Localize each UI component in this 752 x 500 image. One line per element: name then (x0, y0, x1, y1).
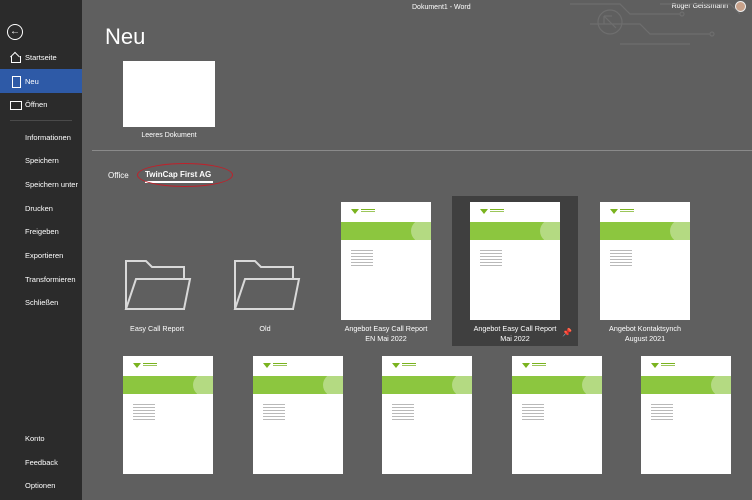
template-label-line2: Lizenzen Februar 2022 (126, 462, 200, 471)
tab-office[interactable]: Office (108, 171, 129, 180)
template-label: Angebot Kontaktsynch (609, 324, 681, 333)
template-card[interactable]: Angebot Teams DR Vorlage Januar 2022 (630, 352, 742, 500)
sidebar-item-speichern-unter[interactable]: Speichern unter (0, 172, 82, 196)
template-card-selected[interactable]: Angebot Easy Call Report Mai 2022 📌 (452, 196, 578, 346)
sidebar-item-schliessen[interactable]: Schließen (0, 290, 82, 314)
template-card[interactable]: Angebot Easy Call Report EN Mai 2022 (330, 198, 442, 346)
sidebar-item-label: Schließen (25, 297, 59, 307)
backstage-sidebar: ← Startseite Neu Öffnen Informationen Sp… (0, 0, 82, 500)
template-label: Angebot Service Pack Mai (384, 452, 470, 461)
template-card[interactable]: Angebot Service Pack Mai 2020 (371, 352, 483, 500)
home-icon (10, 52, 21, 63)
sidebar-item-label: Drucken (25, 203, 53, 213)
sidebar-item-drucken[interactable]: Drucken (0, 196, 82, 220)
highlight-annotation-oval (137, 163, 233, 187)
sidebar-item-label: Optionen (25, 480, 56, 490)
sidebar-item-startseite[interactable]: Startseite (0, 45, 82, 69)
folder-icon[interactable] (231, 255, 301, 315)
sidebar-item-label: Transformieren (25, 274, 76, 284)
sidebar-item-label: Informationen (25, 132, 71, 142)
section-divider (92, 150, 752, 151)
sidebar-item-neu[interactable]: Neu (0, 69, 82, 93)
sidebar-item-label: Speichern (25, 155, 59, 165)
sidebar-item-speichern[interactable]: Speichern (0, 148, 82, 172)
circuit-decoration (570, 3, 741, 45)
folder-icon[interactable] (122, 255, 192, 315)
template-label-line2: Januar 2022 (666, 462, 706, 471)
template-thumbnail (341, 202, 431, 320)
folder-label-old[interactable]: Old (209, 324, 321, 334)
template-label: Angebot Office 365 (132, 452, 194, 461)
template-label: Angebot Skykick Mai 2020 (514, 452, 600, 461)
sidebar-item-label: Feedback (25, 457, 58, 467)
sidebar-item-freigeben[interactable]: Freigeben (0, 219, 82, 243)
sidebar-item-feedback[interactable]: Feedback (0, 450, 82, 474)
sidebar-item-oeffnen[interactable]: Öffnen (0, 92, 82, 116)
blank-document-label[interactable]: Leeres Dokument (108, 132, 230, 139)
folder-open-icon (10, 99, 22, 110)
page-title: Neu (105, 24, 146, 49)
sidebar-divider (10, 120, 72, 121)
sidebar-item-konto[interactable]: Konto (0, 426, 82, 450)
template-label: Angebot Easy Call Report (473, 324, 557, 333)
template-label-line2: Mai 2022 (500, 334, 530, 343)
template-card[interactable]: Angebot Office 365 Lizenzen Februar 2022 (107, 352, 219, 500)
sidebar-item-label: Neu (25, 76, 39, 86)
window-title: Dokument1 - Word (412, 4, 471, 11)
template-thumbnail (470, 202, 560, 320)
back-arrow-icon[interactable]: ← (7, 24, 23, 40)
new-document-icon (10, 76, 21, 88)
sidebar-item-informationen[interactable]: Informationen (0, 125, 82, 149)
blank-document-thumbnail[interactable] (123, 61, 215, 127)
template-card[interactable]: Angebot Skykick Mai 2020 (501, 352, 613, 500)
sidebar-item-label: Speichern unter (25, 179, 78, 189)
template-label: Angebot Easy Call Report (344, 324, 428, 333)
sidebar-item-optionen[interactable]: Optionen (0, 473, 82, 497)
template-label-line2: Lizenzen Juni 2022 EN (256, 462, 330, 471)
template-label-line2: EN Mai 2022 (365, 334, 407, 343)
sidebar-item-label: Konto (25, 433, 45, 443)
sidebar-item-label: Exportieren (25, 250, 64, 260)
sidebar-item-exportieren[interactable]: Exportieren (0, 243, 82, 267)
template-label: Angebot Teams DR Vorlage (641, 452, 731, 461)
template-label: Angebot Office 365 (262, 452, 324, 461)
folder-label-easy-call-report[interactable]: Easy Call Report (101, 324, 213, 334)
template-card[interactable]: Angebot Office 365 Lizenzen Juni 2022 EN (237, 352, 349, 500)
template-label-line2: 2020 (419, 462, 435, 471)
sidebar-item-label: Startseite (25, 52, 57, 62)
sidebar-item-label: Freigeben (25, 226, 59, 236)
sidebar-item-label: Öffnen (25, 99, 48, 109)
template-card[interactable]: Angebot Kontaktsynch August 2021 (589, 198, 701, 346)
pin-icon[interactable]: 📌 (562, 328, 572, 337)
sidebar-item-transformieren[interactable]: Transformieren (0, 267, 82, 291)
template-thumbnail (600, 202, 690, 320)
template-label-line2: August 2021 (624, 334, 666, 343)
